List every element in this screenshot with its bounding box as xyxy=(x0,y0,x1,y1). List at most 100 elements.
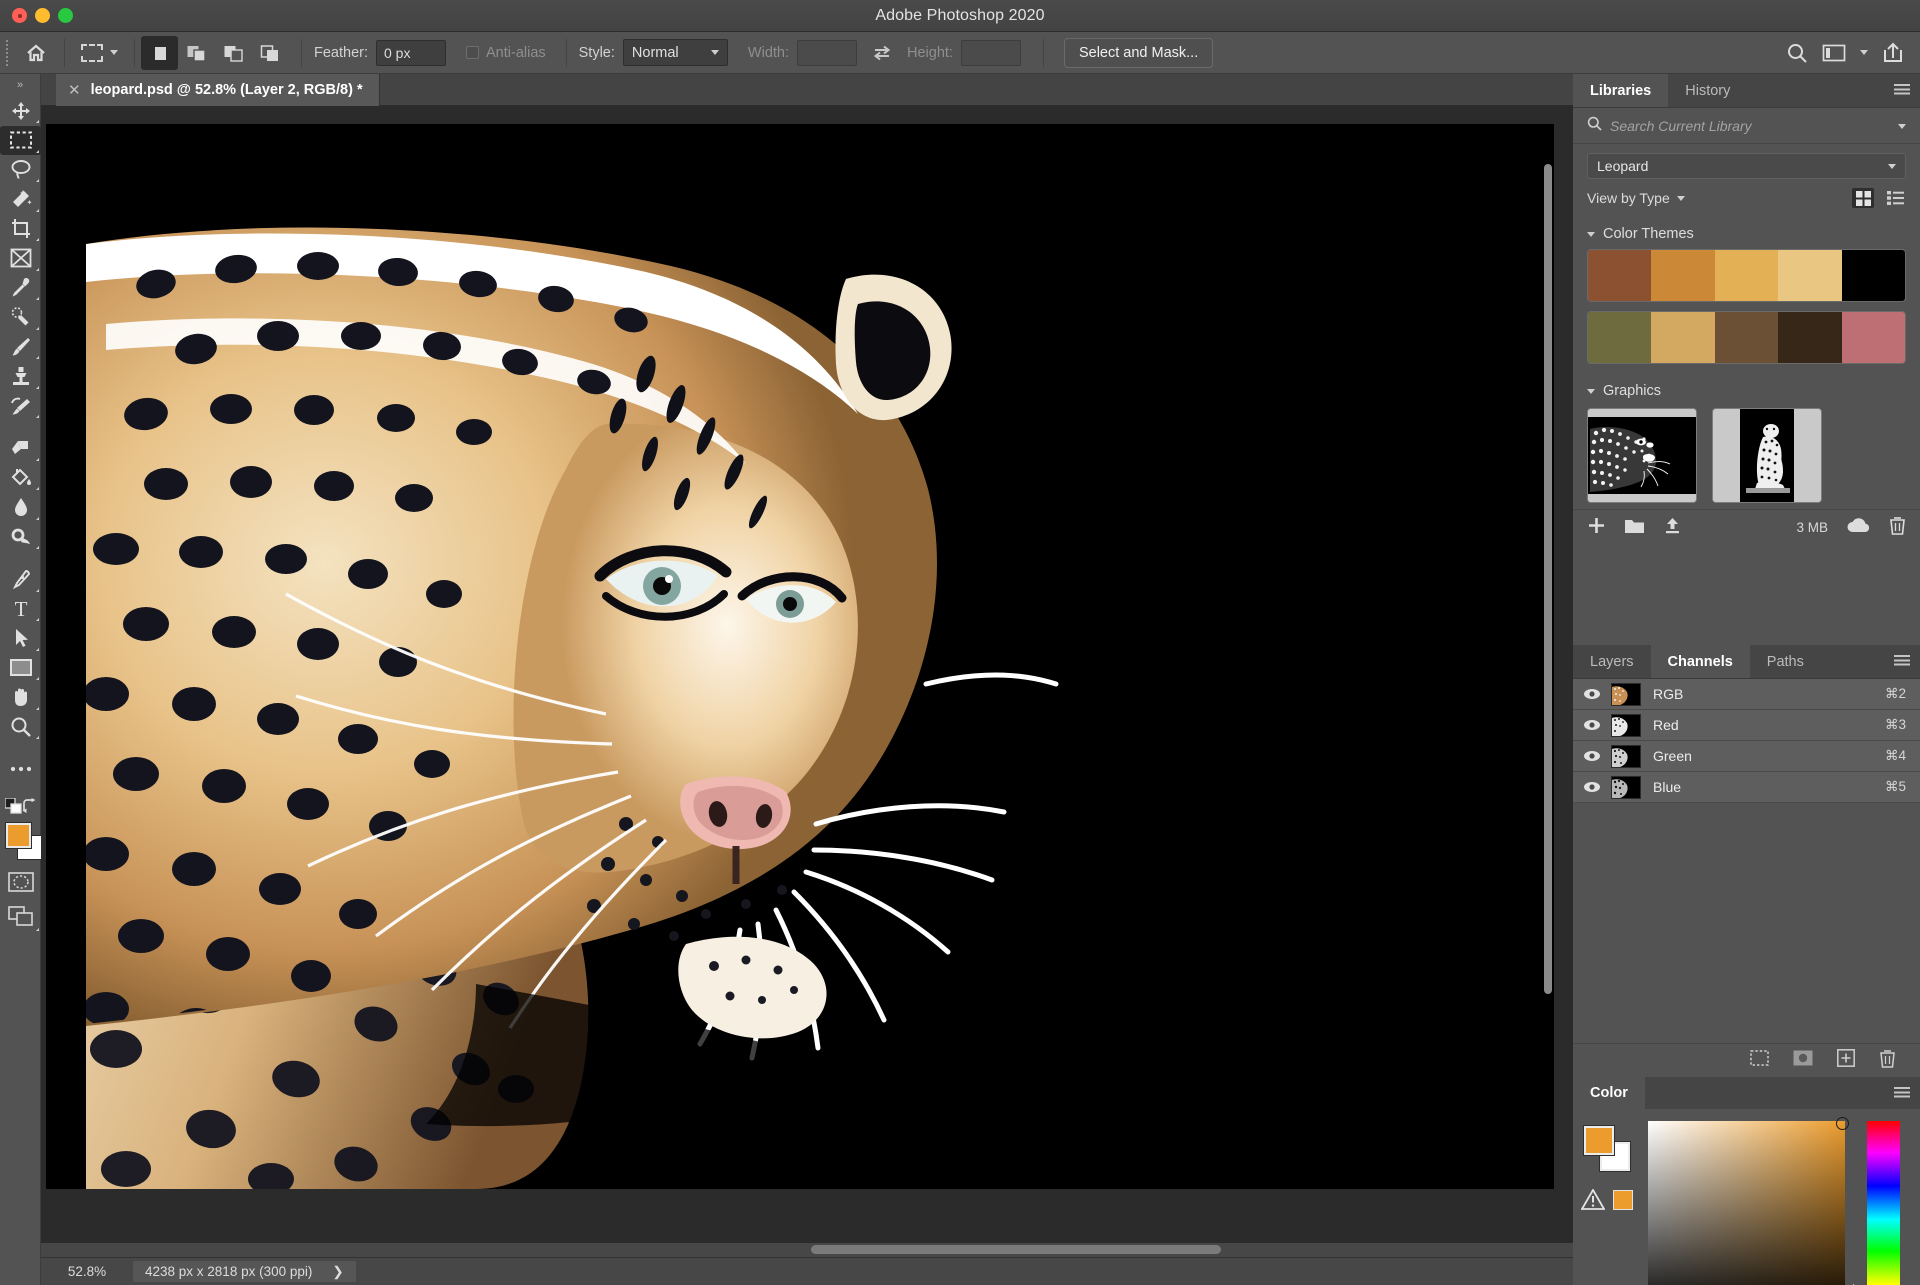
eyedropper-tool[interactable] xyxy=(0,273,41,303)
document-tab[interactable]: ✕ leopard.psd @ 52.8% (Layer 2, RGB/8) * xyxy=(56,74,380,106)
foreground-color-swatch[interactable] xyxy=(1584,1126,1614,1155)
new-channel-icon[interactable] xyxy=(1837,1049,1855,1072)
visibility-toggle-icon[interactable] xyxy=(1573,781,1611,793)
default-colors-icon[interactable] xyxy=(5,798,22,819)
color-themes-header[interactable]: Color Themes xyxy=(1587,222,1906,249)
home-icon[interactable] xyxy=(14,32,58,74)
zoom-level[interactable]: 52.8% xyxy=(41,1264,133,1279)
color-theme-2[interactable] xyxy=(1587,311,1906,364)
pen-tool[interactable] xyxy=(0,565,41,595)
blur-tool[interactable] xyxy=(0,493,41,523)
canvas-horizontal-scrollbar[interactable] xyxy=(811,1245,1221,1254)
magic-wand-tool[interactable] xyxy=(0,185,41,215)
lasso-tool[interactable] xyxy=(0,155,41,185)
paint-bucket-tool[interactable] xyxy=(0,463,41,493)
channel-row-rgb[interactable]: RGB ⌘2 xyxy=(1573,679,1920,710)
channel-row-blue[interactable]: Blue ⌘5 xyxy=(1573,772,1920,803)
width-input[interactable] xyxy=(797,40,857,66)
canvas-vertical-scrollbar[interactable] xyxy=(1544,164,1552,994)
color-field-marker[interactable] xyxy=(1836,1117,1849,1130)
options-bar-grip[interactable] xyxy=(0,32,14,74)
panel-menu-icon[interactable] xyxy=(1894,655,1910,668)
tab-layers[interactable]: Layers xyxy=(1573,645,1651,678)
color-theme-1[interactable] xyxy=(1587,249,1906,302)
history-brush-tool[interactable] xyxy=(0,391,41,421)
visibility-toggle-icon[interactable] xyxy=(1573,719,1611,731)
foreground-color-swatch[interactable] xyxy=(6,823,31,848)
chevron-right-icon[interactable]: ❯ xyxy=(332,1264,343,1280)
close-window-button[interactable] xyxy=(12,8,27,23)
window-controls[interactable] xyxy=(12,8,73,23)
intersect-with-selection-button[interactable] xyxy=(252,36,289,70)
height-input[interactable] xyxy=(961,40,1021,66)
share-upload-icon[interactable] xyxy=(1882,42,1904,64)
rectangle-tool[interactable] xyxy=(0,653,41,683)
toolbar-grip[interactable]: » xyxy=(0,74,40,96)
type-tool[interactable]: T xyxy=(0,594,41,624)
quick-mask-icon[interactable] xyxy=(0,865,41,899)
eraser-tool[interactable] xyxy=(0,434,41,464)
grid-view-icon[interactable] xyxy=(1852,188,1874,208)
new-selection-button[interactable] xyxy=(141,36,178,70)
screen-mode-icon[interactable] xyxy=(0,899,41,933)
panel-menu-icon[interactable] xyxy=(1894,1087,1910,1100)
upload-icon[interactable] xyxy=(1663,516,1682,540)
tool-preset-picker[interactable] xyxy=(71,44,128,62)
zoom-tool[interactable] xyxy=(0,712,41,742)
workspace-layout-icon[interactable] xyxy=(1822,43,1846,63)
trash-icon[interactable] xyxy=(1879,1049,1896,1073)
search-icon[interactable] xyxy=(1786,42,1808,64)
select-and-mask-button[interactable]: Select and Mask... xyxy=(1064,38,1213,68)
tab-paths[interactable]: Paths xyxy=(1750,645,1821,678)
cloud-icon[interactable] xyxy=(1846,517,1871,539)
visibility-toggle-icon[interactable] xyxy=(1573,688,1611,700)
rectangular-marquee-tool[interactable] xyxy=(0,126,41,156)
swap-arrows-icon[interactable] xyxy=(871,42,893,64)
folder-icon[interactable] xyxy=(1624,517,1645,539)
view-by-label[interactable]: View by Type xyxy=(1587,190,1670,206)
feather-input[interactable]: 0 px xyxy=(376,40,446,66)
workspace-chevron-down-icon[interactable] xyxy=(1860,50,1868,55)
dodge-tool[interactable] xyxy=(0,522,41,552)
tab-channels[interactable]: Channels xyxy=(1651,645,1750,678)
clone-stamp-tool[interactable] xyxy=(0,362,41,392)
channel-row-green[interactable]: Green ⌘4 xyxy=(1573,741,1920,772)
path-selection-tool[interactable] xyxy=(0,624,41,654)
library-select[interactable]: Leopard xyxy=(1587,153,1906,179)
move-tool[interactable] xyxy=(0,96,41,126)
canvas-area[interactable] xyxy=(41,106,1573,1285)
brush-tool[interactable] xyxy=(0,332,41,362)
crop-tool[interactable] xyxy=(0,214,41,244)
graphic-item-leopard-head[interactable] xyxy=(1587,408,1697,503)
load-channel-as-selection-icon[interactable] xyxy=(1750,1050,1769,1071)
library-search-row[interactable]: Search Current Library xyxy=(1573,108,1920,144)
gamut-warning-color-chip[interactable] xyxy=(1613,1190,1633,1210)
list-view-icon[interactable] xyxy=(1884,188,1906,208)
gamut-warning[interactable] xyxy=(1581,1189,1633,1210)
search-input[interactable]: Search Current Library xyxy=(1610,118,1890,134)
graphic-item-leopard-sitting[interactable] xyxy=(1712,408,1822,503)
visibility-toggle-icon[interactable] xyxy=(1573,750,1611,762)
tab-history[interactable]: History xyxy=(1668,74,1747,107)
graphics-header[interactable]: Graphics xyxy=(1587,379,1906,406)
swap-colors-icon[interactable] xyxy=(22,798,37,818)
close-icon[interactable]: ✕ xyxy=(68,83,81,98)
trash-icon[interactable] xyxy=(1889,516,1906,540)
frame-tool[interactable] xyxy=(0,244,41,274)
channel-row-red[interactable]: Red ⌘3 xyxy=(1573,710,1920,741)
minimize-window-button[interactable] xyxy=(35,8,50,23)
anti-alias-checkbox[interactable] xyxy=(466,46,479,59)
color-field-picker[interactable] xyxy=(1648,1121,1845,1285)
style-select[interactable]: Normal xyxy=(623,39,728,66)
maximize-window-button[interactable] xyxy=(58,8,73,23)
image-canvas[interactable] xyxy=(46,124,1554,1189)
tab-libraries[interactable]: Libraries xyxy=(1573,74,1668,107)
panel-menu-icon[interactable] xyxy=(1894,84,1910,97)
save-selection-as-channel-icon[interactable] xyxy=(1793,1050,1813,1071)
chevron-down-icon[interactable] xyxy=(1677,196,1685,201)
add-to-selection-button[interactable] xyxy=(178,36,215,70)
hue-slider[interactable] xyxy=(1867,1121,1900,1285)
edit-toolbar-ellipsis-icon[interactable] xyxy=(0,755,41,785)
subtract-from-selection-button[interactable] xyxy=(215,36,252,70)
hand-tool[interactable] xyxy=(0,683,41,713)
